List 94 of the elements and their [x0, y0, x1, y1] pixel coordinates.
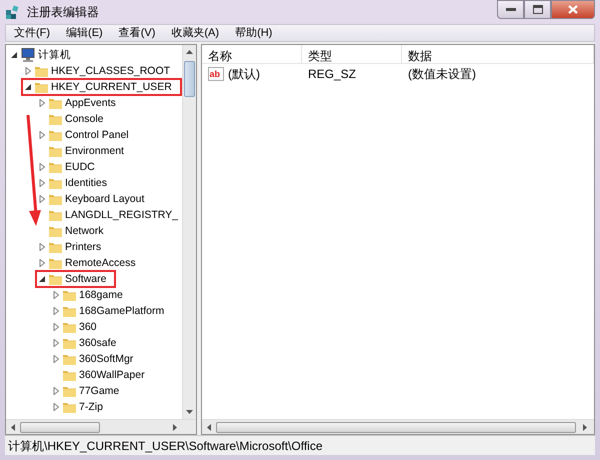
registry-editor-icon	[5, 4, 21, 20]
folder-icon	[48, 224, 63, 238]
folder-icon	[62, 352, 77, 366]
expand-icon[interactable]	[52, 355, 60, 363]
maximize-button[interactable]	[524, 0, 551, 19]
tree-item[interactable]: Control Panel	[65, 128, 129, 142]
folder-icon	[34, 64, 49, 78]
expand-icon[interactable]	[52, 307, 60, 315]
folder-icon	[62, 336, 77, 350]
folder-icon	[48, 240, 63, 254]
folder-icon	[62, 304, 77, 318]
menu-item[interactable]: 文件(F)	[6, 24, 58, 42]
tree-item[interactable]: LANGDLL_REGISTRY_	[65, 208, 178, 222]
expand-icon[interactable]	[38, 99, 46, 107]
folder-icon	[48, 192, 63, 206]
tree-item[interactable]: 168game	[79, 288, 123, 302]
scroll-up-icon[interactable]	[186, 50, 193, 54]
tree-item[interactable]: Printers	[65, 240, 102, 254]
minimize-button[interactable]	[497, 0, 524, 19]
column-header[interactable]: 名称	[202, 45, 302, 63]
scroll-right-icon[interactable]	[173, 424, 177, 430]
folder-icon	[62, 288, 77, 302]
tree-item[interactable]: AppEvents	[65, 96, 116, 110]
expand-icon[interactable]	[38, 243, 46, 251]
scroll-left-icon[interactable]	[207, 424, 211, 430]
scroll-down-icon[interactable]	[186, 410, 193, 414]
tree-item[interactable]: 360	[79, 320, 97, 334]
expand-icon[interactable]	[52, 387, 60, 395]
collapse-icon[interactable]	[38, 275, 46, 283]
menu-item[interactable]: 编辑(E)	[58, 24, 111, 42]
tree-item[interactable]: EUDC	[65, 160, 95, 174]
folder-icon	[34, 80, 49, 94]
tree-item[interactable]: 360safe	[79, 336, 116, 350]
expand-icon[interactable]	[52, 323, 60, 331]
collapse-icon[interactable]	[24, 83, 32, 91]
minimize-icon	[506, 8, 516, 12]
computer-icon	[20, 48, 36, 62]
column-header[interactable]: 数据	[402, 45, 594, 63]
scrollbar-thumb[interactable]	[216, 422, 576, 432]
tree-item[interactable]: Identities	[65, 176, 108, 190]
menu-item[interactable]: 收藏夹(A)	[163, 24, 228, 42]
tree-item[interactable]: 168GamePlatform	[79, 304, 164, 318]
tree-item[interactable]: RemoteAccess	[65, 256, 136, 270]
menu-item[interactable]: 查看(V)	[110, 24, 164, 42]
tree-item[interactable]: 计算机	[38, 48, 71, 62]
expand-icon[interactable]	[38, 179, 46, 187]
value-type: REG_SZ	[307, 66, 358, 82]
folder-icon	[48, 96, 63, 110]
tree-item[interactable]: 7-Zip	[79, 400, 103, 414]
tree-item[interactable]: 360WallPaper	[79, 368, 145, 382]
tree-item[interactable]: 360SoftMgr	[79, 352, 134, 366]
folder-icon	[62, 320, 77, 334]
expand-icon[interactable]	[52, 403, 60, 411]
expand-icon[interactable]	[24, 67, 32, 75]
folder-icon	[48, 176, 63, 190]
string-value-icon: ab	[208, 66, 224, 80]
scrollbar-thumb[interactable]	[184, 61, 195, 97]
folder-icon	[48, 208, 63, 222]
folder-icon	[48, 144, 63, 158]
folder-icon	[62, 400, 77, 414]
folder-icon	[48, 112, 63, 126]
tree-item[interactable]: Software	[65, 272, 106, 286]
value-name[interactable]: (默认)	[228, 64, 260, 82]
tree-item[interactable]: Environment	[65, 144, 124, 158]
scroll-right-icon[interactable]	[583, 424, 587, 430]
folder-icon	[48, 272, 63, 286]
maximize-icon	[532, 5, 542, 14]
expand-icon[interactable]	[52, 339, 60, 347]
expand-icon[interactable]	[52, 291, 60, 299]
folder-icon	[48, 160, 63, 174]
folder-icon	[62, 368, 77, 382]
tree-item[interactable]: Console	[65, 112, 104, 126]
scrollbar-thumb[interactable]	[20, 422, 100, 432]
close-button[interactable]	[551, 0, 595, 19]
tree-item[interactable]: Network	[65, 224, 104, 238]
folder-icon	[48, 256, 63, 270]
tree-item[interactable]: 77Game	[79, 384, 120, 398]
scroll-left-icon[interactable]	[11, 424, 15, 430]
column-header[interactable]: 类型	[302, 45, 402, 63]
expand-icon[interactable]	[38, 195, 46, 203]
folder-icon	[48, 128, 63, 142]
tree-item[interactable]: HKEY_CURRENT_USER	[51, 80, 172, 94]
tree-item[interactable]: HKEY_CLASSES_ROOT	[51, 64, 170, 78]
close-icon	[568, 5, 578, 14]
status-path: 计算机\HKEY_CURRENT_USER\Software\Microsoft\Office	[8, 438, 323, 454]
menu-item[interactable]: 帮助(H)	[227, 24, 280, 42]
window-title: 注册表编辑器	[27, 4, 99, 21]
value-data: (数值未设置)	[407, 66, 477, 82]
expand-icon[interactable]	[38, 163, 46, 171]
folder-icon	[62, 384, 77, 398]
expand-icon[interactable]	[38, 131, 46, 139]
tree-item[interactable]: Keyboard Layout	[65, 192, 144, 206]
expand-icon[interactable]	[38, 259, 46, 267]
collapse-icon[interactable]	[10, 51, 18, 59]
